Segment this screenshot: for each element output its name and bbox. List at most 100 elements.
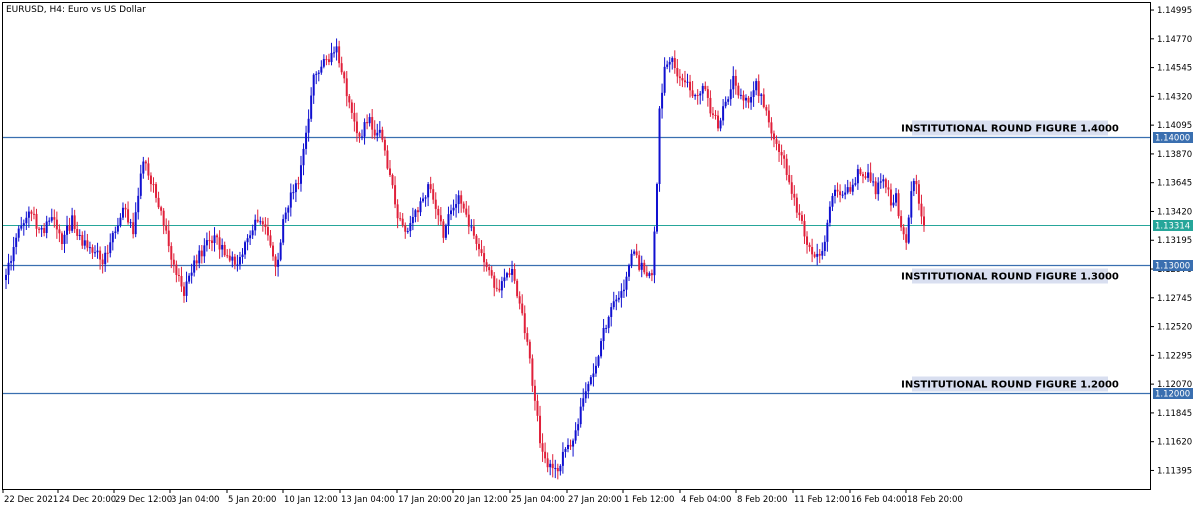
bullish-candle-body xyxy=(630,253,633,266)
bullish-candle-body xyxy=(320,66,323,73)
bullish-candle-body xyxy=(750,96,753,103)
bearish-candle-body xyxy=(643,262,646,273)
bullish-candle-body xyxy=(582,398,585,407)
bearish-candle-body xyxy=(38,228,41,230)
bearish-candle-body xyxy=(381,129,384,140)
bullish-candle-body xyxy=(279,242,282,260)
bearish-candle-body xyxy=(780,151,783,156)
bearish-candle-body xyxy=(887,187,890,190)
bullish-candle-body xyxy=(185,281,188,296)
bullish-candle-body xyxy=(83,240,86,246)
bearish-candle-body xyxy=(160,207,163,211)
bearish-candle-body xyxy=(60,233,63,244)
bearish-candle-body xyxy=(386,150,389,169)
bullish-candle-body xyxy=(299,165,302,184)
price-tick-label: 1.11620 xyxy=(1157,438,1192,448)
bearish-candle-body xyxy=(477,243,480,250)
bearish-candle-body xyxy=(404,225,407,232)
bullish-candle-body xyxy=(20,225,23,229)
bearish-candle-body xyxy=(401,218,404,226)
bearish-candle-body xyxy=(757,81,760,96)
level-price-tag-text: 1.14000 xyxy=(1155,134,1190,144)
time-tick-label: 5 Jan 20:00 xyxy=(228,495,276,505)
bearish-candle-body xyxy=(383,139,386,151)
bearish-candle-body xyxy=(462,203,465,209)
bearish-candle-body xyxy=(836,189,839,192)
bearish-candle-body xyxy=(180,275,183,287)
price-tick-label: 1.13195 xyxy=(1157,236,1192,246)
bullish-candle-body xyxy=(198,250,201,264)
bullish-candle-body xyxy=(236,264,239,266)
bearish-candle-body xyxy=(864,176,867,178)
bearish-candle-body xyxy=(747,97,750,103)
bullish-candle-body xyxy=(193,260,196,273)
bullish-candle-body xyxy=(895,193,898,203)
bearish-candle-body xyxy=(714,114,717,116)
chart-root: INSTITUTIONAL ROUND FIGURE 1.4000 INSTITU… xyxy=(0,0,1200,509)
bearish-candle-body xyxy=(696,94,699,96)
bullish-candle-body xyxy=(872,181,875,183)
bullish-candle-body xyxy=(831,195,834,207)
bullish-candle-body xyxy=(17,228,20,238)
bearish-candle-body xyxy=(544,451,547,459)
bearish-candle-body xyxy=(76,229,79,236)
bearish-candle-body xyxy=(297,183,300,185)
price-tick-label: 1.14320 xyxy=(1157,92,1192,102)
price-tick-label: 1.14545 xyxy=(1157,64,1192,74)
bearish-candle-body xyxy=(30,211,33,214)
bearish-candle-body xyxy=(53,217,56,220)
bearish-candle-body xyxy=(167,230,170,247)
bullish-candle-body xyxy=(406,231,409,233)
bearish-candle-body xyxy=(539,415,542,444)
bullish-candle-body xyxy=(277,259,280,267)
bearish-candle-body xyxy=(869,172,872,182)
bearish-candle-body xyxy=(795,197,798,213)
time-tick-label: 20 Jan 12:00 xyxy=(454,495,508,505)
bullish-candle-body xyxy=(648,273,651,276)
bullish-candle-body xyxy=(414,210,417,217)
bearish-candle-body xyxy=(172,259,175,265)
bearish-candle-body xyxy=(513,269,516,281)
bullish-candle-body xyxy=(129,222,132,224)
bearish-candle-body xyxy=(366,122,369,124)
bullish-candle-body xyxy=(302,148,305,166)
bearish-candle-body xyxy=(518,296,521,304)
bearish-candle-body xyxy=(691,90,694,97)
bullish-candle-body xyxy=(655,183,658,232)
bearish-candle-body xyxy=(920,203,923,217)
bearish-candle-body xyxy=(861,174,864,177)
bearish-candle-body xyxy=(55,219,58,230)
bearish-candle-body xyxy=(124,207,127,210)
bullish-candle-body xyxy=(114,231,117,233)
bearish-candle-body xyxy=(793,193,796,198)
bullish-candle-body xyxy=(910,191,913,218)
time-tick-label: 8 Feb 20:00 xyxy=(737,495,787,505)
bullish-candle-body xyxy=(22,223,25,226)
bullish-candle-body xyxy=(116,225,119,232)
price-tick-label: 1.12520 xyxy=(1157,323,1192,333)
bullish-candle-body xyxy=(251,230,254,236)
bullish-candle-body xyxy=(671,58,674,62)
bearish-candle-body xyxy=(709,97,712,114)
time-tick-label: 18 Feb 20:00 xyxy=(907,495,963,505)
bullish-candle-body xyxy=(577,424,580,431)
bullish-candle-body xyxy=(452,207,455,211)
bullish-candle-body xyxy=(500,281,503,291)
bullish-candle-body xyxy=(701,85,704,94)
price-tick-label: 1.13420 xyxy=(1157,207,1192,217)
bullish-candle-body xyxy=(752,90,755,97)
bearish-candle-body xyxy=(269,235,272,246)
bearish-candle-body xyxy=(442,221,445,238)
bullish-candle-body xyxy=(246,238,249,243)
bearish-candle-body xyxy=(889,189,892,206)
bullish-candle-body xyxy=(549,463,552,468)
bearish-candle-body xyxy=(183,286,186,296)
bullish-candle-body xyxy=(755,81,758,91)
bearish-candle-body xyxy=(429,184,432,190)
bullish-candle-body xyxy=(612,301,615,308)
time-tick-label: 25 Jan 04:00 xyxy=(511,495,565,505)
bullish-candle-body xyxy=(317,72,320,74)
bullish-candle-body xyxy=(282,219,285,243)
time-tick-label: 16 Feb 04:00 xyxy=(851,495,907,505)
bullish-candle-body xyxy=(411,216,414,224)
